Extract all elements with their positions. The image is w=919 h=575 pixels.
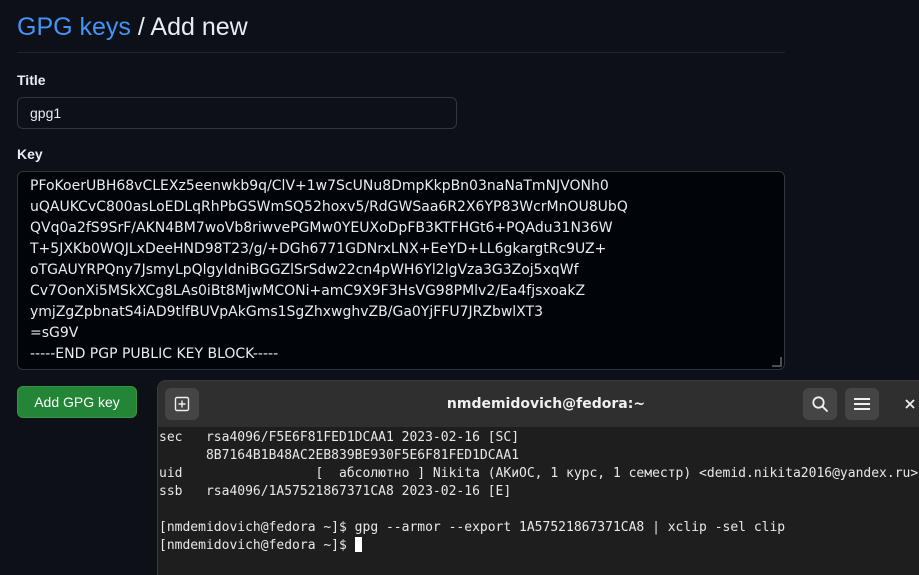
title-input-value: gpg1 [30,105,62,121]
search-icon [812,396,828,412]
key-line: QVq0a2fS9SrF/AKN4BM7woVb8riwvePGMw0YEUXo… [30,220,613,236]
page: GPG keys / Add new Title gpg1 Key PFoKoe… [0,0,919,575]
header-divider [17,52,785,53]
terminal-window[interactable]: nmdemidovich@fedora:~ sec rsa4096/F5E6F8… [158,381,919,575]
new-tab-icon [174,396,190,412]
key-line: oTGAUYRPQny7JsmyLpQlgyIdniBGGZlSrSdw22cn… [30,262,579,278]
title-input[interactable]: gpg1 [17,97,457,129]
page-title: GPG keys / Add new [17,11,248,43]
key-line: =sG9V [30,325,79,341]
title-label: Title [17,72,46,88]
terminal-cursor [354,537,362,552]
new-tab-button[interactable] [165,388,199,420]
terminal-line: sec rsa4096/F5E6F81FED1DCAA1 2023-02-16 … [159,430,520,445]
terminal-line: uid [ абсолютно ] Nikita (АКиОС, 1 курс,… [159,466,919,481]
textarea-resize-handle[interactable] [772,357,782,367]
hamburger-menu-icon [854,398,870,410]
terminal-prompt: [nmdemidovich@fedora ~]$ [159,538,355,553]
key-line: ymjZgZpbnatS4iAD9tlfBUVpAkGms1SgZhxwghvZ… [30,304,543,320]
key-line: T+5JXKb0WQJLxDeeHND98T23/g/+DGh6771GDNrx… [30,241,607,257]
key-line: Cv7OonXi5MSkXCg8LAs0iBt8MjwMCONi+amC9X9F… [30,283,586,299]
close-button[interactable] [898,388,919,420]
search-button[interactable] [803,388,837,420]
menu-button[interactable] [845,388,879,420]
breadcrumb-separator: / [130,13,151,41]
key-label: Key [17,146,43,162]
breadcrumb-gpg-keys-link[interactable]: GPG keys [17,13,131,41]
terminal-line: [nmdemidovich@fedora ~]$ gpg --armor --e… [159,520,786,535]
terminal-output[interactable]: sec rsa4096/F5E6F81FED1DCAA1 2023-02-16 … [158,429,919,575]
terminal-prompt-line: [nmdemidovich@fedora ~]$ [158,537,919,555]
key-textarea[interactable]: PFoKoerUBH68vCLEXz5eenwkb9q/ClV+1w7ScUNu… [17,171,785,370]
close-icon [905,399,915,409]
breadcrumb-current: Add new [150,13,248,41]
terminal-line: ssb rsa4096/1A57521867371CA8 2023-02-16 … [159,484,512,499]
key-line: -----END PGP PUBLIC KEY BLOCK----- [30,346,279,362]
key-line: uQAUKCvC800asLoEDLqRhPbGSWmSQ52hoxv5/RdG… [30,199,628,215]
key-line: PFoKoerUBH68vCLEXz5eenwkb9q/ClV+1w7ScUNu… [30,178,609,194]
add-gpg-key-button[interactable]: Add GPG key [17,386,137,418]
terminal-line: 8B7164B1B48AC2EB839BE930F5E6F81FED1DCAA1 [159,448,520,463]
